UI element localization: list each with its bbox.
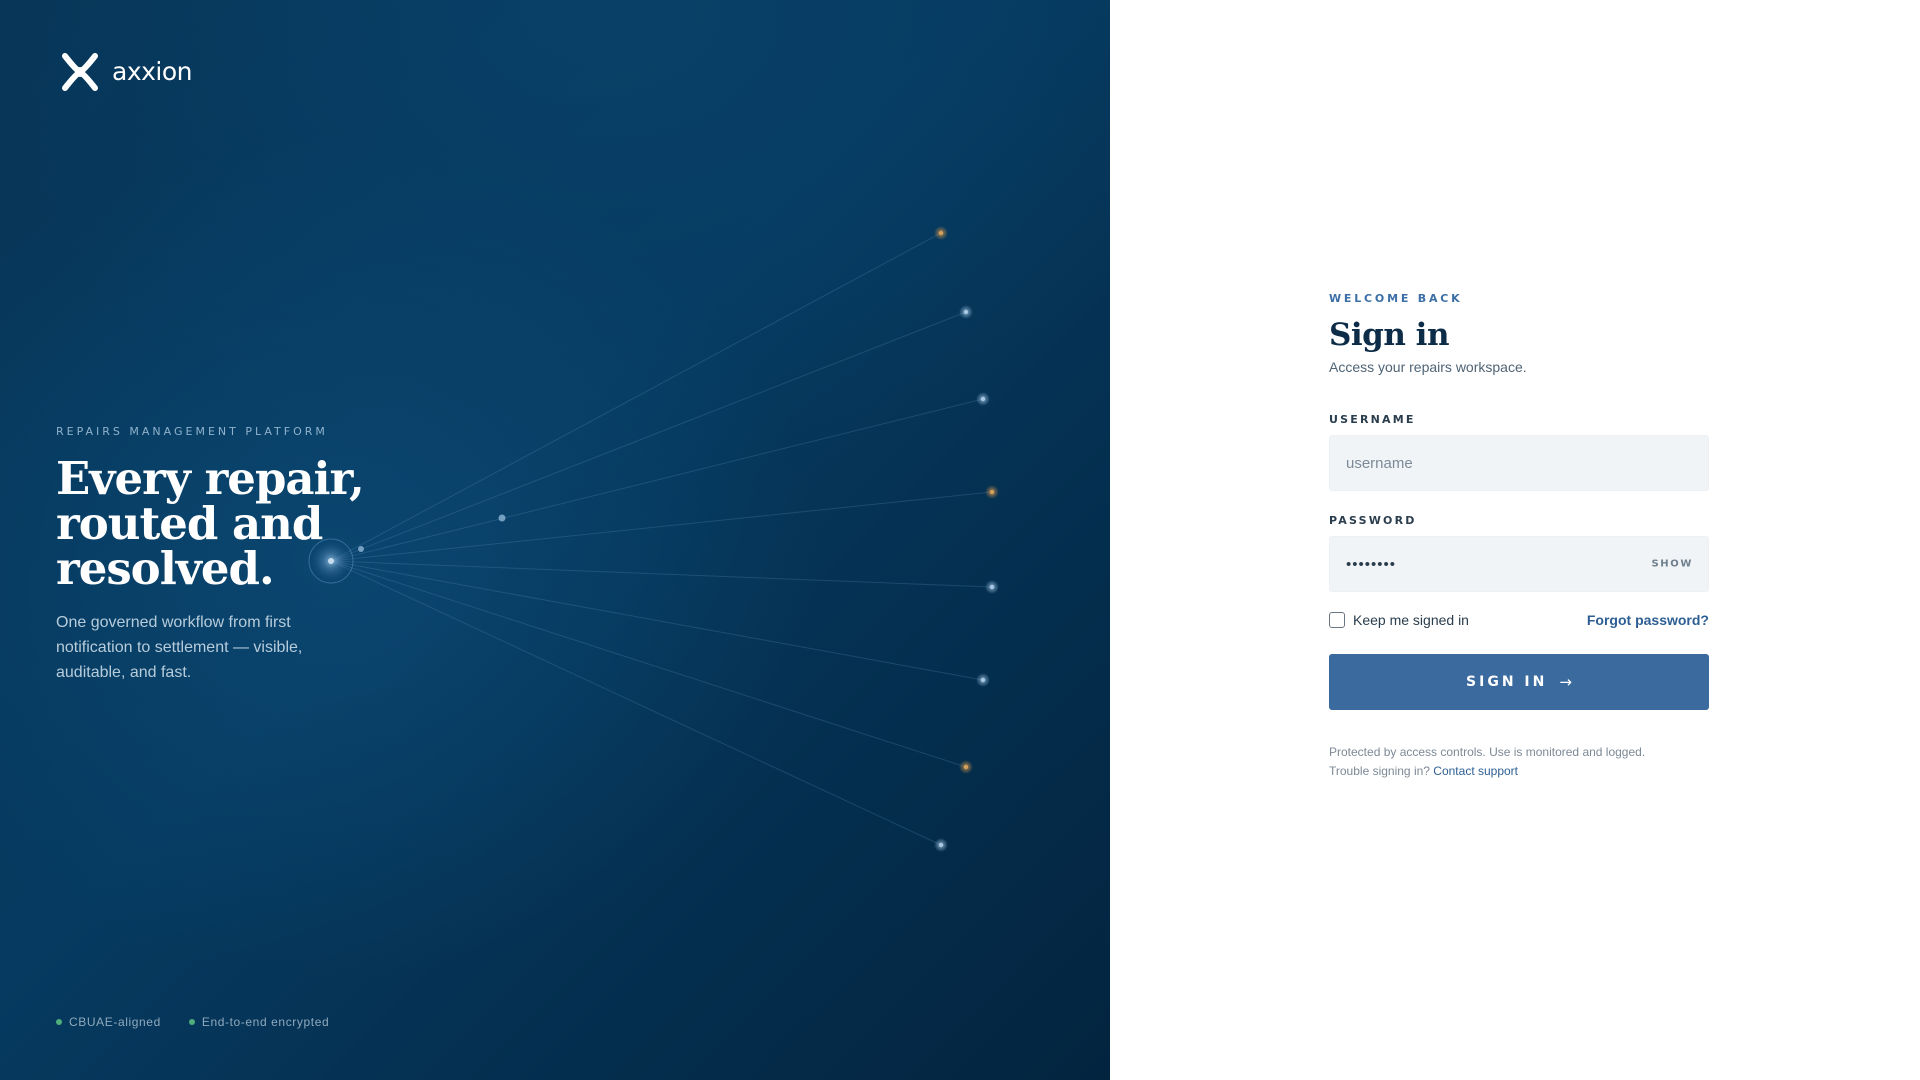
network-node bbox=[963, 309, 969, 315]
badge-cbuae: CBUAE-aligned bbox=[56, 1015, 161, 1029]
support-prefix: Trouble signing in? bbox=[1329, 764, 1430, 778]
contact-support-link[interactable]: Contact support bbox=[1433, 764, 1518, 778]
remember-text: Keep me signed in bbox=[1353, 612, 1469, 628]
network-node bbox=[989, 489, 995, 495]
sign-in-label: SIGN IN bbox=[1466, 674, 1548, 690]
remember-checkbox[interactable] bbox=[1329, 612, 1345, 628]
network-line bbox=[330, 560, 984, 681]
status-dot-icon bbox=[56, 1019, 62, 1025]
form-eyebrow: WELCOME BACK bbox=[1329, 292, 1463, 305]
fine-print: Protected by access controls. Use is mon… bbox=[1329, 743, 1709, 781]
hero-subcopy: One governed workflow from first notific… bbox=[56, 614, 303, 681]
network-node bbox=[963, 764, 969, 770]
password-label: PASSWORD bbox=[1329, 514, 1417, 527]
network-line bbox=[330, 560, 967, 768]
badge-encrypted: End-to-end encrypted bbox=[188, 1015, 330, 1029]
network-node bbox=[989, 584, 995, 590]
status-dot-icon bbox=[188, 1019, 195, 1025]
password-field-wrapper: SHOW bbox=[1329, 536, 1709, 592]
username-input[interactable] bbox=[1330, 436, 1708, 490]
axxion-x-logo-icon bbox=[62, 53, 98, 91]
sign-in-button[interactable]: SIGN IN → bbox=[1329, 654, 1709, 710]
support-line: Trouble signing in? Contact support bbox=[1329, 762, 1709, 781]
forgot-password-link[interactable]: Forgot password? bbox=[1587, 612, 1709, 628]
brand-wordmark: axxion bbox=[112, 56, 193, 86]
form-subtitle: Access your repairs workspace. bbox=[1329, 359, 1527, 375]
network-line bbox=[330, 491, 993, 562]
signin-form: WELCOME BACK Sign in Access your repairs… bbox=[1329, 292, 1709, 781]
brand-logo: axxion bbox=[56, 48, 193, 96]
arrow-right-icon: → bbox=[1559, 673, 1572, 691]
badge-label: CBUAE-aligned bbox=[69, 1015, 161, 1029]
network-node bbox=[980, 677, 986, 683]
remember-row: Keep me signed in Forgot password? bbox=[1329, 612, 1709, 628]
signin-panel: WELCOME BACK Sign in Access your repairs… bbox=[1110, 0, 1920, 1080]
badge-label: End-to-end encrypted bbox=[201, 1015, 330, 1029]
show-password-button[interactable]: SHOW bbox=[1651, 559, 1693, 570]
network-line bbox=[330, 560, 942, 846]
hero-panel: axxion REPAIRS MANAGEMENT PLATFORM Every… bbox=[0, 0, 1110, 1080]
satellite-node bbox=[498, 514, 506, 522]
username-field-wrapper bbox=[1329, 435, 1709, 491]
hero-headline: Every repair, routed and resolved. bbox=[56, 456, 386, 591]
network-line bbox=[330, 560, 993, 588]
network-node bbox=[938, 842, 944, 848]
form-title: Sign in bbox=[1329, 317, 1450, 353]
remember-checkbox-label[interactable]: Keep me signed in bbox=[1329, 612, 1469, 628]
access-notice: Protected by access controls. Use is mon… bbox=[1329, 745, 1646, 759]
username-label: USERNAME bbox=[1329, 413, 1416, 426]
headline-line: resolved. bbox=[56, 542, 275, 595]
network-line bbox=[330, 311, 967, 562]
network-line bbox=[330, 232, 942, 562]
network-node bbox=[938, 230, 944, 236]
compliance-badges: CBUAE-aligned End-to-end encrypted bbox=[56, 1015, 329, 1029]
network-node bbox=[980, 396, 986, 402]
network-line bbox=[330, 398, 984, 562]
hero-eyebrow: REPAIRS MANAGEMENT PLATFORM bbox=[56, 425, 328, 438]
